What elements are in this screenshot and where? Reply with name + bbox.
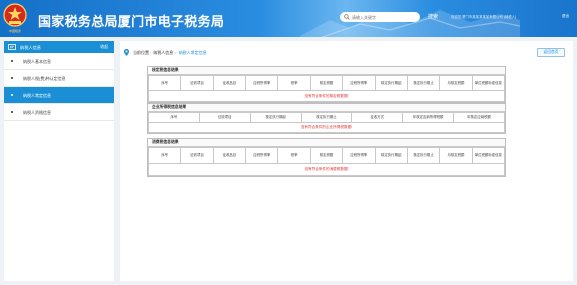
column-header: 税率 (277, 147, 311, 164)
breadcrumb-current: 纳税人常定信息 (178, 50, 207, 55)
bullet-icon (11, 111, 13, 113)
column-header: 核定税额 (309, 75, 344, 91)
column-header: 月核定税额 (439, 147, 473, 164)
sidebar-item-label: 纳税人资格信息 (23, 109, 51, 115)
back-home-button[interactable]: 返回首页 (537, 48, 565, 57)
column-header: 序号 (147, 75, 182, 91)
sidebar-collapse-button[interactable]: 收起 (100, 45, 108, 50)
site-title: 国家税务总局厦门市电子税务局 (38, 15, 225, 30)
table-header-row: 序号 征收项目 核定执行期起 核定执行期止 征收方式 年核定应纳所得税额 年核定… (148, 112, 505, 123)
column-header: 核定税额 (309, 147, 344, 164)
column-header: 应税所得率 (342, 147, 376, 164)
column-header: 征收品目 (212, 75, 247, 91)
table-row: 没有符合条件的核定税数据! (148, 90, 505, 102)
taxpayer-info-icon (8, 44, 16, 50)
fixed-tax-section: 核定税信息结果 序号 征收项目 征收品目 应税所得率 税率 核定税额 应税所得率… (147, 66, 506, 103)
column-header: 月核定税额 (439, 75, 473, 91)
column-header: 单位税额标准信息 (471, 75, 506, 91)
column-header: 征收项目 (198, 112, 251, 123)
breadcrumb: 当前位置: 纳税人信息> 纳税人常定信息 (133, 50, 207, 55)
column-header: 税率 (277, 75, 311, 91)
column-header: 序号 (148, 112, 200, 123)
sidebar-header: 纳税人信息 收起 (4, 41, 114, 53)
empty-message: 没有符合条件的企业所得税数据! (148, 122, 505, 133)
header-banner: 中国税务 国家税务总局厦门市电子税务局 搜索 欢迎您,厦门市某某某某某有限公司 … (0, 0, 577, 37)
sidebar-item-qualification[interactable]: 纳税人资格信息 (4, 104, 114, 121)
column-header: 核定执行期止 (406, 75, 441, 91)
column-header: 核定执行期起 (374, 147, 408, 164)
sidebar-item-tax-type[interactable]: 纳税人税(费)种认定信息 (4, 70, 114, 87)
column-header: 征收项目 (180, 147, 214, 164)
breadcrumb-label: 当前位置 (133, 50, 149, 55)
sidebar: 纳税人信息 收起 纳税人基本信息 纳税人税(费)种认定信息 纳税人常定信息 纳税… (4, 41, 114, 281)
column-header: 征收项目 (180, 75, 214, 91)
column-header: 核定执行期止 (406, 147, 441, 164)
column-header: 序号 (147, 147, 182, 164)
empty-message: 没有符合条件的核定税数据! (148, 90, 505, 102)
column-header: 应税所得率 (342, 75, 376, 91)
consumption-tax-section: 消费税信息结果 序号 征收项目 征收品目 应税所得率 税率 核定税额 应税所得率… (147, 138, 506, 177)
empty-message: 没有符合条件的消费税数据! (148, 163, 505, 176)
sidebar-item-fixed-info[interactable]: 纳税人常定信息 (4, 87, 114, 104)
main-content: 当前位置: 纳税人信息> 纳税人常定信息 返回首页 核定税信息结果 序号 征收项… (120, 41, 573, 281)
table-row: 没有符合条件的消费税数据! (148, 163, 505, 176)
column-header: 年核定应纳税额 (453, 112, 505, 123)
column-header: 单位税额标准信息 (471, 147, 506, 164)
section-title: 企业所得税信息结果 (148, 104, 505, 112)
search-input[interactable] (352, 13, 416, 21)
sidebar-item-label: 纳税人基本信息 (23, 58, 51, 64)
fixed-tax-table: 序号 征收项目 征收品目 应税所得率 税率 核定税额 应税所得率 核定执行期起 … (147, 75, 506, 102)
column-header: 应税所得率 (245, 147, 279, 164)
column-header: 核定执行期起 (249, 112, 302, 123)
search-icon (344, 14, 350, 20)
breadcrumb-parent[interactable]: 纳税人信息 (153, 50, 173, 55)
bullet-icon (11, 94, 13, 96)
sidebar-item-label: 纳税人常定信息 (23, 92, 51, 98)
sidebar-item-basic-info[interactable]: 纳税人基本信息 (4, 53, 114, 70)
column-header: 年核定应纳所得税额 (402, 112, 455, 123)
emblem-caption: 中国税务 (8, 29, 21, 33)
bullet-icon (11, 77, 13, 79)
section-title: 消费税信息结果 (148, 139, 505, 147)
sidebar-item-label: 纳税人税(费)种认定信息 (23, 75, 66, 81)
column-header: 征收品目 (212, 147, 247, 164)
welcome-text: 欢迎您,厦门市某某某某某有限公司 (纳税人) (451, 15, 517, 19)
enterprise-income-tax-table: 序号 征收项目 核定执行期起 核定执行期止 征收方式 年核定应纳所得税额 年核定… (148, 112, 505, 133)
location-pin-icon (124, 49, 129, 56)
column-header: 应税所得率 (245, 75, 279, 91)
section-title: 核定税信息结果 (148, 67, 505, 75)
sidebar-title: 纳税人信息 (20, 44, 41, 50)
search-box[interactable] (340, 12, 420, 22)
column-header: 征收方式 (351, 112, 404, 123)
table-header-row: 序号 征收项目 征收品目 应税所得率 税率 核定税额 应税所得率 核定执行期起 … (147, 147, 506, 164)
column-header: 核定执行期起 (374, 75, 408, 91)
table-row: 没有符合条件的企业所得税数据! (148, 122, 505, 133)
bullet-icon (11, 60, 13, 62)
search-button[interactable]: 搜索 (428, 13, 438, 20)
table-header-row: 序号 征收项目 征收品目 应税所得率 税率 核定税额 应税所得率 核定执行期起 … (147, 75, 506, 91)
consumption-tax-table: 序号 征收项目 征收品目 应税所得率 税率 核定税额 应税所得率 核定执行期起 … (147, 147, 506, 176)
enterprise-income-tax-section: 企业所得税信息结果 序号 征收项目 核定执行期起 核定执行期止 征收方式 年核定… (147, 103, 506, 134)
column-header: 核定执行期止 (300, 112, 353, 123)
logout-button[interactable]: 退出 (562, 14, 569, 19)
